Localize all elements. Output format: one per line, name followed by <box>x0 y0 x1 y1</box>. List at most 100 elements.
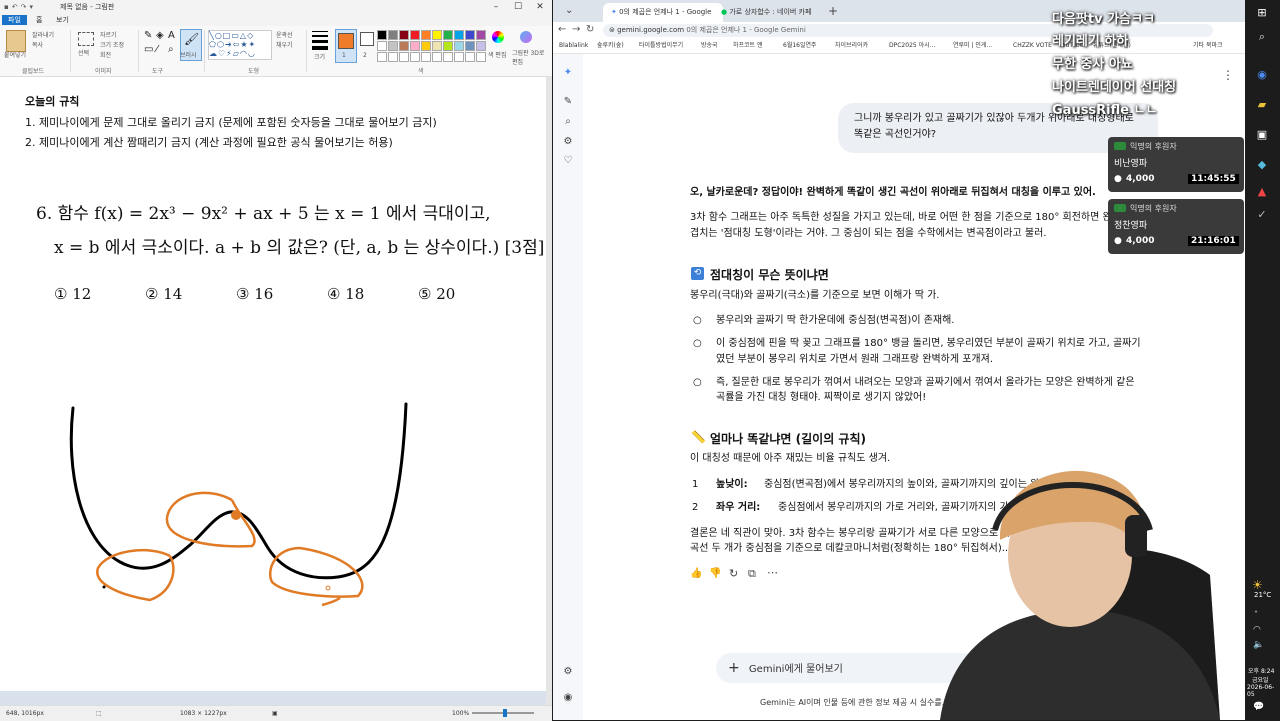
tab-search-icon[interactable]: ⌄ <box>565 5 573 16</box>
regenerate-icon[interactable]: ↻ <box>729 567 738 580</box>
volume-icon[interactable]: 🔈 <box>1253 640 1264 650</box>
headphone-cup <box>1125 515 1147 557</box>
more-icon[interactable]: ⋯ <box>767 566 778 579</box>
gemini-tab-icon: ✦ <box>611 8 620 16</box>
item-label: 높낮이: <box>716 479 748 490</box>
section1-bullet-1: 봉우리와 골짜기 딱 한가운데에 중심점(변곡점)이 존재해. <box>716 315 955 326</box>
donation-time: 21:16:01 <box>1188 236 1239 246</box>
bookmark-item[interactable]: 방송국 <box>701 39 718 53</box>
more-options-icon[interactable]: ⋮ <box>1222 68 1234 82</box>
bookmark-item[interactable]: 타이틀방법이무기 <box>639 39 683 53</box>
coin-icon: ● <box>1114 174 1122 184</box>
hand-drawn-sketch <box>69 402 408 607</box>
url-text: gemini.google.com <box>617 26 685 34</box>
donation-badge-icon <box>1114 142 1126 150</box>
section1-bullet-2b: 였던 부분이 봉우리 위치로 가면서 원래 그래프랑 완벽하게 포개져. <box>716 354 994 365</box>
orange-circle-top <box>165 491 256 548</box>
notification-icon[interactable]: 💬 <box>1253 702 1264 712</box>
black-dot <box>102 585 106 589</box>
section1-title: 점대칭이 무슨 뜻이냐면 <box>710 268 829 282</box>
settings-icon[interactable]: ⚙ <box>562 666 574 678</box>
zoom-thumb[interactable] <box>503 709 507 717</box>
app-icon[interactable]: ▲ <box>1253 185 1271 199</box>
donation-sender: 익명의 후원자 <box>1130 204 1177 213</box>
network-icon[interactable]: ◠ <box>1253 625 1261 635</box>
app-icon[interactable]: ▣ <box>1253 128 1271 142</box>
new-tab-icon[interactable]: + <box>828 4 838 18</box>
browser-tab-title: 가로 상자합수 : 네이버 카페 <box>729 8 812 16</box>
donation-badge-icon <box>1114 204 1126 212</box>
gemini-intro-bold: 오, 날카로운데? 정답이야! 완벽하게 똑같이 생긴 곡선이 위아래로 뒤집혀… <box>690 187 1096 198</box>
bookmark-item[interactable]: 차이브리어카 <box>835 39 868 53</box>
new-chat-icon[interactable]: ✎ <box>562 96 574 108</box>
tray-chevron-icon[interactable]: ˄ <box>1254 610 1258 619</box>
bookmark-item[interactable]: 하프코트 앤 <box>733 39 763 53</box>
bookmark-item[interactable]: 연루미 | 인게... <box>953 39 992 53</box>
site-info-icon[interactable]: ⊜ <box>603 26 615 34</box>
back-icon[interactable]: ← <box>558 24 566 35</box>
orange-circle-left <box>96 549 175 602</box>
folder-icon[interactable]: ▰ <box>1253 98 1271 112</box>
section2-lead: 이 대칭성 때문에 아주 재밌는 비율 규칙도 생겨. <box>690 453 891 464</box>
bullet-dot: ○ <box>693 377 702 388</box>
section1-bullet-2a: 이 중심점에 핀을 딱 꽂고 그래프를 180° 뱅글 돌리면, 봉우리였던 부… <box>716 338 1141 349</box>
chat-overlay-line: 다음팟tv 가슴ㅋㅋ <box>1052 12 1155 27</box>
bookmark-item[interactable]: 6월16일연주 <box>783 39 817 53</box>
bookmark-item[interactable]: Blablalink <box>559 39 588 53</box>
add-icon[interactable]: + <box>716 660 740 676</box>
thumbs-up-icon[interactable]: 👍 <box>690 568 702 579</box>
donation-amount: 4,000 <box>1126 236 1155 246</box>
browser-tab-gemini[interactable]: ✦ 0의 제곱은 언제나 1 - Google G <box>603 3 723 35</box>
saved-icon[interactable]: ♡ <box>562 155 574 167</box>
copy-icon[interactable]: ⧉ <box>748 567 756 581</box>
image-size: 1083 × 1227px <box>180 710 227 717</box>
bullet-dot: ○ <box>693 338 702 349</box>
chat-overlay-line: 나이트렌데이어 선대칭 <box>1052 80 1177 95</box>
bookmark-item[interactable]: DPC2025 아시... <box>889 39 935 53</box>
sync-icon: ⟲ <box>691 267 704 280</box>
donation-card: 익명의 후원자 정찬영파 ● 4,000 21:16:01 <box>1108 199 1244 254</box>
forward-icon[interactable]: → <box>572 24 580 35</box>
section1-bullet-3a: 즉, 질문한 대로 봉우리가 꺾여서 내려오는 모양과 골짜기에서 꺾여서 올라… <box>716 377 1135 388</box>
clock-date: 2026-06-05 <box>1247 684 1275 698</box>
app-icon[interactable]: ✓ <box>1253 208 1271 222</box>
taskbar-search-icon[interactable]: ⌕ <box>1253 30 1271 44</box>
bookmark-item[interactable]: CHZZK VOTE <box>1013 39 1052 53</box>
app-icon[interactable]: ◉ <box>1253 68 1271 82</box>
gemini-logo-icon[interactable]: ✦ <box>562 67 574 79</box>
webcam-overlay <box>940 470 1220 720</box>
zoom-level: 100% <box>452 710 470 717</box>
clock-day: 금요일 <box>1252 677 1269 684</box>
reload-icon[interactable]: ↻ <box>586 24 594 35</box>
thumbs-down-icon[interactable]: 👎 <box>709 568 721 579</box>
section2-title: 얼마나 똑같냐면 (길이의 규칙) <box>710 432 866 446</box>
url-page-title: 0의 제곱은 언제나 1 - Google Gemini <box>686 26 806 34</box>
cursor-position: 648, 1016px <box>6 710 44 717</box>
search-icon[interactable]: ⌕ <box>562 116 574 128</box>
avatar-icon[interactable]: ◉ <box>562 692 574 704</box>
gemini-intro-line2: 겹치는 '점대칭 도형'이라는 거야. 그 중심이 되는 점을 수학에서는 변곡… <box>690 228 1047 239</box>
bookmarks-bar: Blablalink 숲루키(숲) 타이틀방법이무기 방송국 하프코트 앤 6월… <box>553 39 1245 54</box>
file-size-icon: ▣ <box>272 710 278 717</box>
selection-icon: ⬚ <box>96 710 102 717</box>
coin-icon: ● <box>1114 236 1122 246</box>
donation-amount: 4,000 <box>1126 174 1155 184</box>
ruler-icon: 📏 <box>691 430 706 444</box>
donation-time: 11:45:55 <box>1188 174 1239 184</box>
windows-start-icon[interactable]: ⊞ <box>1253 6 1271 20</box>
gemini-intro-line1: 3차 함수 그래프는 아주 독특한 성질을 가지고 있는데, 바로 어떤 한 점… <box>690 212 1140 223</box>
cursor-dot <box>325 585 331 591</box>
bookmark-item[interactable]: 숲루키(숲) <box>597 39 624 53</box>
item-number: 1 <box>692 479 699 490</box>
donation-card: 익명의 후원자 비난영파 ● 4,000 11:45:55 <box>1108 137 1244 192</box>
donation-message: 비난영파 <box>1114 159 1148 169</box>
browser-tab-naver[interactable]: ● 가로 상자합수 : 네이버 카페 <box>713 3 833 22</box>
prompt-placeholder: Gemini에게 물어보기 <box>748 664 843 675</box>
bookmark-item[interactable]: 기타 북마크 <box>1193 39 1223 53</box>
chat-overlay-line: 무한 중사 아뇨 <box>1052 57 1133 72</box>
clock-time[interactable]: 오후 8:24 <box>1248 666 1274 675</box>
chat-overlay-line: GaussRifle ㄴㄴ <box>1052 103 1158 118</box>
app-icon[interactable]: ◆ <box>1253 158 1271 172</box>
gems-icon[interactable]: ⚙ <box>562 136 574 148</box>
section1-lead: 봉우리(극대)와 골짜기(극소)를 기준으로 보면 이해가 딱 가. <box>690 290 940 301</box>
